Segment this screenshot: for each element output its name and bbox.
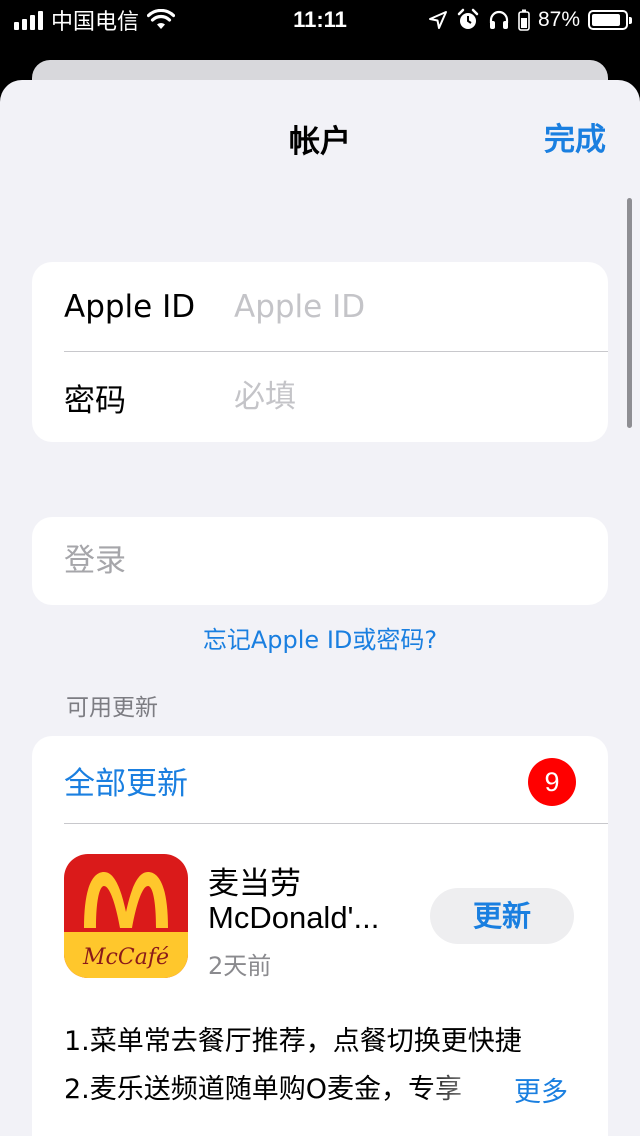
headphone-battery-icon [518, 9, 530, 31]
login-form: Apple ID 密码 [32, 262, 608, 442]
app-subtitle: McDonald'... [208, 900, 380, 935]
update-all-button[interactable]: 全部更新 [64, 758, 188, 803]
password-row: 密码 [32, 352, 608, 442]
app-name: 麦当劳 [208, 866, 301, 902]
status-bar-right: 87% [428, 6, 632, 34]
more-link[interactable]: 更多 [514, 1070, 568, 1109]
apple-id-label: Apple ID [64, 289, 196, 325]
signin-button[interactable]: 登录 [64, 517, 126, 605]
release-notes: 1.菜单常去餐厅推荐，点餐切换更快捷 2.麦乐送频道随单购O麦金，专享 [64, 1018, 584, 1114]
signin-group: 登录 [32, 517, 608, 605]
forgot-password-link[interactable]: 忘记Apple ID或密码? [0, 620, 640, 655]
apple-id-field[interactable] [234, 282, 588, 332]
mcdonalds-app-icon: McCafé [64, 854, 188, 978]
updates-section-header: 可用更新 [66, 695, 158, 721]
headphones-icon [489, 10, 509, 29]
battery-icon [588, 10, 632, 30]
scrollbar[interactable] [627, 198, 632, 428]
battery-level-fill [592, 14, 620, 26]
release-note-line: 2.麦乐送频道随单购O麦金，专享 [64, 1074, 463, 1105]
mccafe-logo-text: McCafé [82, 945, 169, 970]
app-update-date: 2天前 [208, 952, 272, 980]
account-sheet: 帐户 完成 Apple ID 密码 登录 忘记Apple ID或密码? 可用更新… [0, 80, 640, 1136]
done-button[interactable]: 完成 [544, 114, 606, 159]
divider [64, 823, 608, 824]
update-count-badge: 9 [528, 758, 576, 806]
password-field[interactable] [234, 372, 588, 422]
updates-list: 全部更新 9 McCafé 麦当劳 McDonald'... 2天前 更新 1.… [32, 736, 608, 1136]
password-label: 密码 [64, 382, 126, 419]
battery-percent: 87% [537, 8, 580, 31]
location-icon [428, 11, 447, 29]
status-bar: 中国电信 11:11 87% [0, 0, 640, 40]
app-update-button[interactable]: 更新 [430, 888, 574, 944]
alarm-icon [457, 8, 479, 29]
apple-id-row: Apple ID [32, 262, 608, 352]
release-note-line: 1.菜单常去餐厅推荐，点餐切换更快捷 [64, 1026, 522, 1057]
